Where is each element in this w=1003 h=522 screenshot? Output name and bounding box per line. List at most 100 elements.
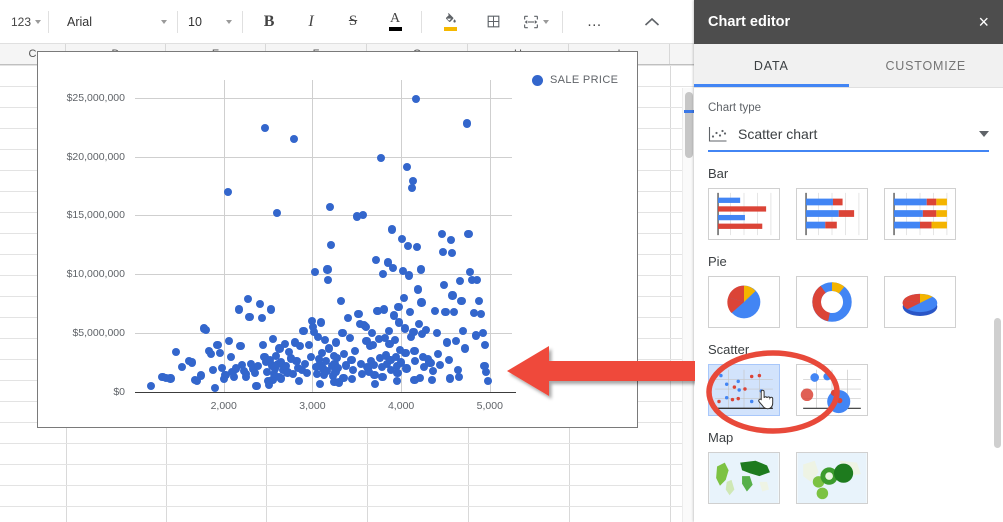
more-options-icon: … (586, 13, 604, 30)
scatter-point (445, 374, 454, 383)
scatter-point (299, 326, 308, 335)
scatter-point (457, 297, 466, 306)
scatter-point (443, 338, 452, 347)
italic-button[interactable]: I (295, 9, 327, 35)
x-axis-tick-label: 4,000 (387, 400, 415, 412)
vertical-scrollbar-thumb[interactable] (685, 92, 693, 158)
divider (242, 10, 244, 33)
vertical-scrollbar-track[interactable] (682, 88, 694, 522)
strikethrough-button[interactable]: S (337, 9, 369, 35)
borders-button[interactable] (477, 9, 509, 35)
3d-pie-chart-thumb[interactable] (884, 276, 956, 328)
merge-cells-icon (524, 15, 538, 28)
scatter-point (436, 360, 445, 369)
scatter-point (252, 382, 261, 391)
scatter-point (384, 326, 393, 335)
bold-icon: B (263, 12, 275, 30)
x-axis-tick-label: 5,000 (476, 400, 503, 412)
legend-swatch-icon (532, 74, 543, 86)
scatter-point (376, 153, 385, 162)
chevron-up-icon (644, 17, 660, 26)
100-stacked-bar-chart-thumb[interactable] (884, 188, 956, 240)
map-thumbs (708, 452, 989, 504)
scatter-point (405, 307, 415, 317)
scatter-point (302, 369, 312, 378)
scatter-chart-icon (708, 127, 727, 142)
tab-customize[interactable]: CUSTOMIZE (849, 44, 1003, 87)
scatter-point (187, 358, 196, 367)
toolbar: 123 Arial 10 B I S A … (0, 0, 694, 44)
scatter-point (207, 350, 216, 359)
scatter-point (334, 363, 343, 372)
section-title-map: Map (708, 430, 734, 445)
active-tab-indicator (694, 84, 849, 87)
scatter-point (394, 303, 403, 312)
scatter-point (354, 310, 363, 319)
number-format-button[interactable]: 123 (8, 9, 44, 35)
close-icon[interactable]: × (978, 13, 989, 31)
scatter-point (295, 341, 305, 351)
scatter-point (371, 379, 380, 388)
scatter-point (201, 325, 211, 334)
scatter-point (434, 350, 443, 359)
scatter-point (402, 364, 411, 373)
scatter-point (407, 184, 416, 193)
pie-chart-thumb[interactable] (708, 276, 780, 328)
scatter-point (245, 312, 254, 321)
bubble-chart-thumb[interactable] (796, 364, 868, 416)
divider (421, 10, 423, 33)
chart-editor-panel: Chart editor × DATA CUSTOMIZE Chart type (694, 0, 1003, 522)
bar-chart-thumb[interactable] (708, 188, 780, 240)
borders-icon (487, 15, 499, 28)
scatter-point (301, 360, 310, 369)
divider (48, 10, 50, 33)
text-color-button[interactable]: A (379, 9, 411, 35)
paint-bucket-icon (445, 13, 456, 23)
scatter-point (410, 375, 419, 384)
more-options-button[interactable]: … (579, 9, 611, 35)
scatter-point (437, 230, 446, 239)
panel-scrollbar-thumb[interactable] (994, 318, 1001, 448)
scatter-point (428, 376, 437, 385)
font-size-value: 10 (188, 14, 202, 29)
scatter-point (171, 347, 180, 357)
scatter-point (447, 248, 456, 258)
italic-icon: I (308, 12, 314, 30)
scatter-point (444, 356, 454, 365)
scatter-point (392, 376, 401, 385)
stacked-bar-chart-thumb[interactable] (796, 188, 868, 240)
y-axis-tick-label: $20,000,000 (66, 150, 125, 163)
scatter-point (258, 340, 267, 349)
doughnut-chart-thumb[interactable] (796, 276, 868, 328)
scatter-point (257, 313, 266, 322)
x-axis-line (135, 392, 516, 394)
bold-button[interactable]: B (253, 9, 285, 35)
scatter-point (224, 187, 233, 196)
y-axis-tick-label: $10,000,000 (66, 268, 125, 281)
geo-bubble-chart-thumb[interactable] (796, 452, 868, 504)
scatter-point (416, 265, 425, 274)
scatter-point (399, 293, 408, 302)
scatter-chart-thumb[interactable] (708, 364, 780, 416)
chart-type-select[interactable]: Scatter chart (708, 118, 989, 152)
gridline-horizontal (135, 215, 512, 217)
merge-cells-button[interactable] (520, 9, 552, 35)
scatter-point (405, 271, 414, 280)
scatter-point (438, 247, 447, 256)
scatter-point (330, 377, 339, 387)
scatter-point (213, 340, 222, 349)
collapse-toolbar-button[interactable] (636, 9, 668, 35)
scatter-point (409, 327, 418, 337)
scatter-point (475, 297, 484, 306)
scatter-point (266, 305, 275, 314)
font-family-select[interactable]: Arial (61, 9, 173, 35)
scatter-point (234, 305, 243, 314)
geo-chart-thumb[interactable] (708, 452, 780, 504)
scatter-point (380, 305, 389, 314)
tab-data[interactable]: DATA (694, 44, 849, 87)
fill-color-button[interactable] (434, 9, 466, 35)
scatter-point (448, 291, 457, 300)
font-size-select[interactable]: 10 (182, 9, 238, 35)
scatter-point (413, 285, 423, 294)
scatter-point (326, 240, 336, 249)
